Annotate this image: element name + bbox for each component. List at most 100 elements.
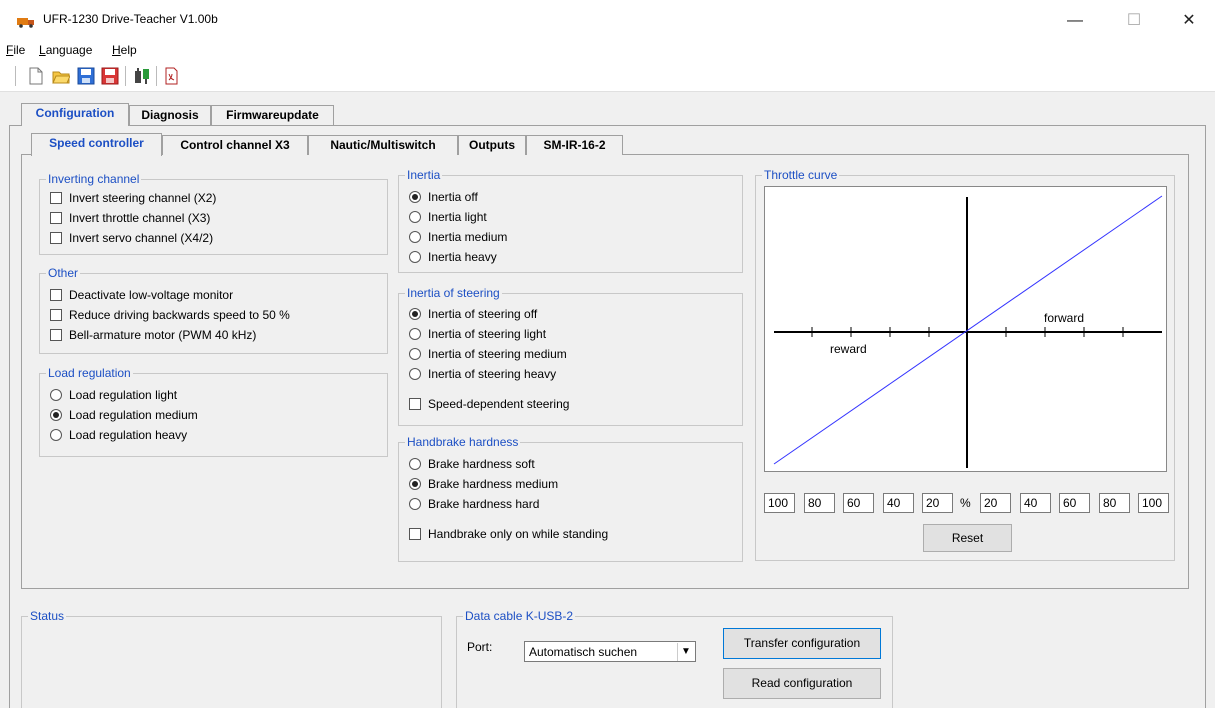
inertia-group: Inertia Inertia off Inertia light Inerti… (398, 168, 743, 273)
other-group: Other Deactivate low-voltage monitor Red… (39, 266, 388, 354)
load-regulation-medium-radio[interactable]: Load regulation medium (50, 407, 198, 423)
read-configuration-button[interactable]: Read configuration (723, 668, 881, 699)
menu-language[interactable]: Language (39, 43, 92, 57)
close-button[interactable]: ✕ (1166, 8, 1212, 34)
option-label: Inertia medium (428, 230, 508, 244)
tab-configuration[interactable]: Configuration (21, 103, 129, 126)
option-label: Inertia light (428, 210, 487, 224)
inertia-medium-radio[interactable]: Inertia medium (409, 229, 507, 245)
menu-file[interactable]: File (6, 43, 25, 57)
curve-value-input[interactable]: 80 (804, 493, 835, 513)
speed-dependent-steering-checkbox[interactable]: Speed-dependent steering (409, 396, 569, 412)
port-label: Port: (467, 640, 493, 654)
curve-value-input[interactable]: 60 (1059, 493, 1090, 513)
brake-hardness-hard-radio[interactable]: Brake hardness hard (409, 496, 539, 512)
radio-circle-selected (409, 190, 421, 203)
option-label: Inertia off (428, 190, 478, 204)
tab-firmwareupdate[interactable]: Firmwareupdate (211, 105, 334, 125)
curve-value-input[interactable]: 100 (764, 493, 795, 513)
curve-value-input[interactable]: 20 (922, 493, 953, 513)
connect-device-icon[interactable] (133, 67, 151, 85)
load-regulation-heavy-radio[interactable]: Load regulation heavy (50, 427, 187, 443)
group-title: Load regulation (46, 366, 133, 380)
radio-circle (409, 367, 421, 380)
reduce-backwards-speed-checkbox[interactable]: Reduce driving backwards speed to 50 % (50, 307, 290, 323)
tab-outputs[interactable]: Outputs (458, 135, 526, 155)
curve-value-input[interactable]: 80 (1099, 493, 1130, 513)
handbrake-standing-checkbox[interactable]: Handbrake only on while standing (409, 526, 608, 542)
radio-circle (409, 210, 421, 223)
inertia-light-radio[interactable]: Inertia light (409, 209, 487, 225)
checkbox-box (50, 231, 62, 244)
transfer-configuration-button[interactable]: Transfer configuration (723, 628, 881, 659)
menu-help[interactable]: Help (112, 43, 137, 57)
port-select[interactable]: Automatisch suchen ▼ (524, 641, 696, 662)
save-icon[interactable] (77, 67, 95, 85)
tab-speed-controller[interactable]: Speed controller (31, 133, 162, 156)
bell-armature-motor-checkbox[interactable]: Bell-armature motor (PWM 40 kHz) (50, 327, 256, 343)
tab-sm-ir-16-2[interactable]: SM-IR-16-2 (526, 135, 623, 155)
toolbar-separator (125, 66, 126, 86)
curve-value-input[interactable]: 40 (1020, 493, 1051, 513)
brake-hardness-medium-radio[interactable]: Brake hardness medium (409, 476, 558, 492)
option-label: Brake hardness hard (428, 497, 540, 511)
forward-label: forward (1044, 311, 1084, 325)
tab-control-channel-x3[interactable]: Control channel X3 (162, 135, 308, 155)
group-title: Inertia of steering (405, 286, 502, 300)
option-label: Invert servo channel (X4/2) (69, 231, 214, 245)
option-label: Load regulation medium (69, 408, 198, 422)
load-regulation-light-radio[interactable]: Load regulation light (50, 387, 177, 403)
dropdown-arrow-icon[interactable]: ▼ (677, 643, 694, 661)
checkbox-box (50, 191, 62, 204)
option-label: Load regulation heavy (69, 428, 188, 442)
steering-inertia-medium-radio[interactable]: Inertia of steering medium (409, 346, 567, 362)
group-title: Status (28, 609, 67, 623)
window-title: UFR-1230 Drive-Teacher V1.00b (43, 12, 218, 26)
tab-nautic-multiswitch[interactable]: Nautic/Multiswitch (308, 135, 458, 155)
inertia-heavy-radio[interactable]: Inertia heavy (409, 249, 497, 265)
menu-file-label: ile (13, 43, 26, 57)
radio-circle (409, 347, 421, 360)
tab-diagnosis[interactable]: Diagnosis (129, 105, 211, 125)
menu-language-label: anguage (45, 43, 93, 57)
inertia-off-radio[interactable]: Inertia off (409, 189, 478, 205)
toolbar (0, 62, 1215, 92)
curve-value-input[interactable]: 100 (1138, 493, 1169, 513)
open-folder-icon[interactable] (52, 67, 70, 85)
deactivate-low-voltage-checkbox[interactable]: Deactivate low-voltage monitor (50, 287, 233, 303)
option-label: Inertia heavy (428, 250, 497, 264)
radio-circle (409, 327, 421, 340)
checkbox-box (50, 308, 62, 321)
curve-value-input[interactable]: 40 (883, 493, 914, 513)
radio-circle (50, 388, 62, 401)
curve-value-input[interactable]: 20 (980, 493, 1011, 513)
invert-steering-checkbox[interactable]: Invert steering channel (X2) (50, 190, 216, 206)
option-label: Invert throttle channel (X3) (69, 211, 211, 225)
steering-inertia-off-radio[interactable]: Inertia of steering off (409, 306, 537, 322)
steering-inertia-light-radio[interactable]: Inertia of steering light (409, 326, 546, 342)
group-title: Other (46, 266, 81, 280)
reset-button[interactable]: Reset (923, 524, 1012, 552)
group-title: Throttle curve (762, 168, 840, 182)
status-group: Status (21, 609, 442, 708)
option-label: Load regulation light (69, 388, 178, 402)
option-label: Invert steering channel (X2) (69, 191, 217, 205)
new-file-icon[interactable] (27, 67, 45, 85)
pdf-icon[interactable] (162, 67, 180, 85)
brake-hardness-soft-radio[interactable]: Brake hardness soft (409, 456, 535, 472)
minimize-button[interactable]: — (1052, 8, 1098, 34)
save-as-icon[interactable] (101, 67, 119, 85)
maximize-button[interactable]: ☐ (1111, 8, 1157, 34)
percent-label: % (960, 496, 971, 510)
load-regulation-group: Load regulation Load regulation light Lo… (39, 366, 388, 457)
throttle-curve-chart[interactable]: forward reward (764, 186, 1167, 472)
truck-app-icon (17, 18, 34, 28)
steering-inertia-heavy-radio[interactable]: Inertia of steering heavy (409, 366, 556, 382)
option-label: Bell-armature motor (PWM 40 kHz) (69, 328, 257, 342)
invert-servo-checkbox[interactable]: Invert servo channel (X4/2) (50, 230, 213, 246)
curve-value-input[interactable]: 60 (843, 493, 874, 513)
reward-label: reward (830, 342, 867, 356)
invert-throttle-checkbox[interactable]: Invert throttle channel (X3) (50, 210, 210, 226)
checkbox-box (50, 211, 62, 224)
radio-circle (409, 230, 421, 243)
